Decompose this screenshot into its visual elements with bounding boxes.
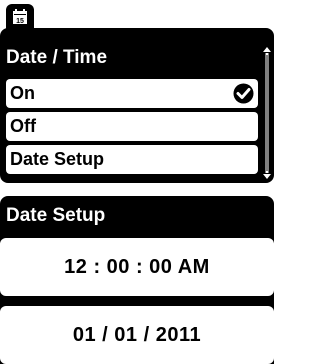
- date-value: 01 / 01 / 2011: [72, 323, 202, 346]
- calendar-day-text: 15: [16, 18, 24, 25]
- menu-item-label: Date Setup: [10, 149, 105, 169]
- calendar-tab: 15: [6, 4, 34, 30]
- menu-item-on[interactable]: On: [6, 79, 258, 108]
- calendar-icon: 15: [13, 9, 27, 25]
- date-time-title: Date / Time: [6, 47, 108, 68]
- menu-item-date-setup[interactable]: Date Setup: [6, 145, 258, 174]
- time-value: 12 : 00 : 00 AM: [64, 255, 210, 278]
- date-setup-panel: Date Setup 12 : 00 : 00 AM 01 / 01 / 201…: [0, 196, 274, 364]
- scroll-down-arrow-icon: [263, 174, 271, 179]
- scrollbar[interactable]: [262, 47, 272, 179]
- menu-item-off[interactable]: Off: [6, 112, 258, 141]
- scroll-up-arrow-icon: [263, 47, 271, 52]
- checkmark-circle-icon: [233, 83, 254, 104]
- date-field[interactable]: 01 / 01 / 2011: [0, 306, 274, 364]
- time-field[interactable]: 12 : 00 : 00 AM: [0, 238, 274, 296]
- menu-item-label: On: [10, 83, 35, 103]
- menu-item-label: Off: [10, 116, 36, 136]
- date-time-panel: Date / Time On Off Date Setup: [0, 28, 274, 183]
- date-setup-title: Date Setup: [6, 205, 106, 226]
